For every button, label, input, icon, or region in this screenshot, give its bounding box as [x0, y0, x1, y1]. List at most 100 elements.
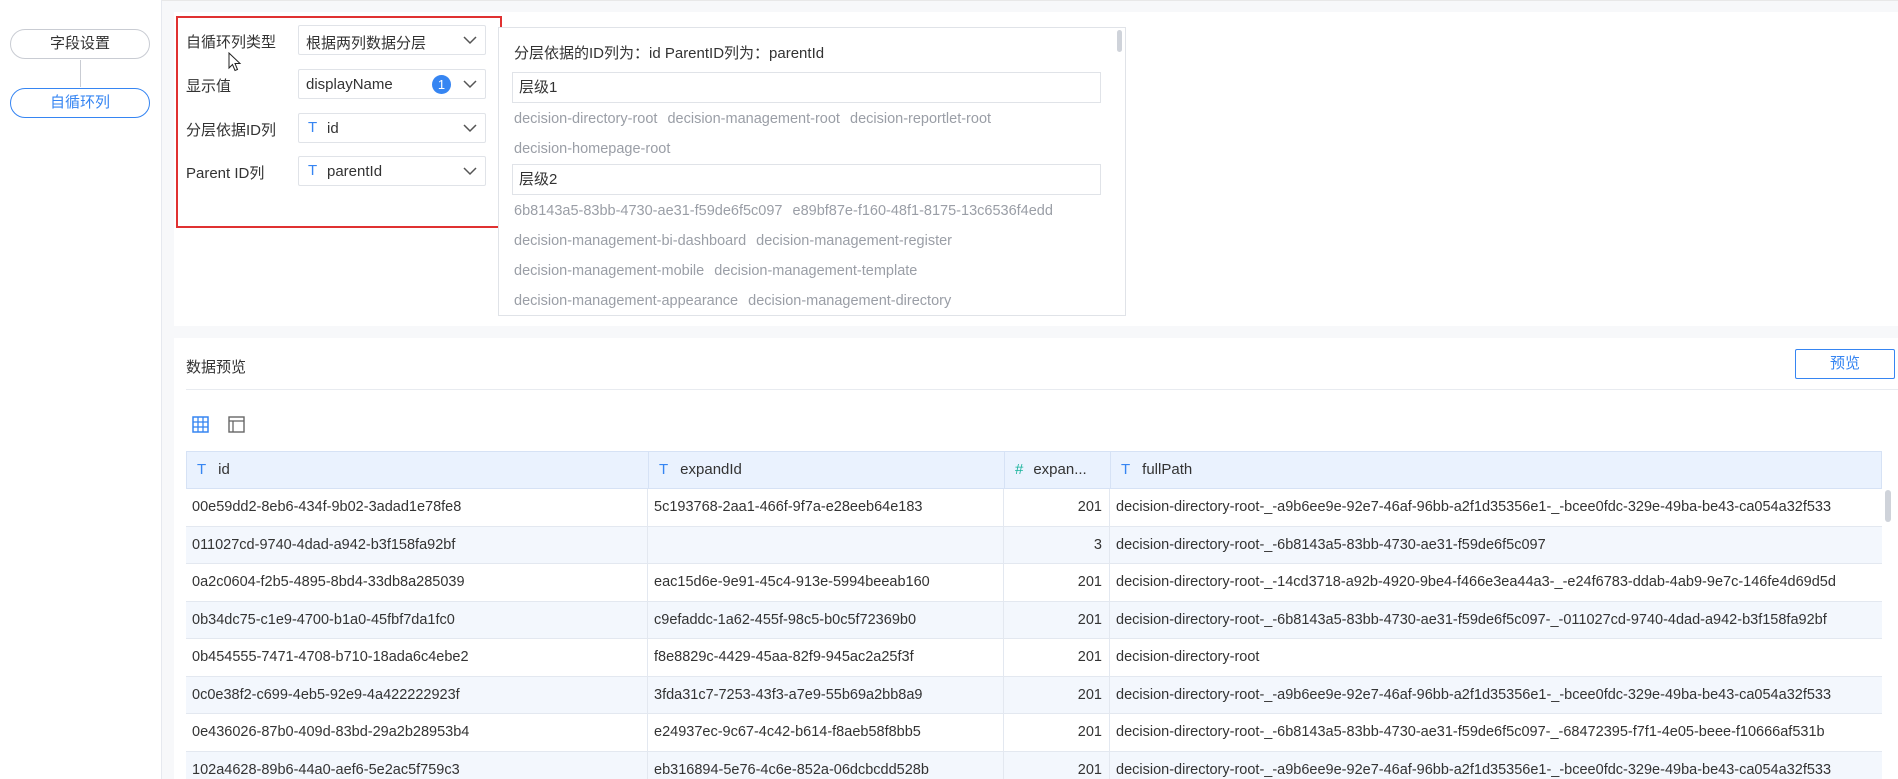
loop-type-select[interactable]: 根据两列数据分层: [298, 25, 486, 55]
column-name: expandId: [680, 461, 742, 478]
table-cell: 201: [1004, 601, 1110, 639]
parent-id-row: Parent ID列 T parentId: [186, 156, 486, 186]
layer-id-row: 分层依据ID列 T id: [186, 113, 486, 143]
table-cell: decision-directory-root: [1116, 649, 1260, 665]
level-item: 6b8143a5-83bb-4730-ae31-f59de6f5c097: [514, 203, 783, 219]
table-cell: decision-directory-root-_-a9b6ee9e-92e7-…: [1116, 761, 1832, 778]
chevron-down-icon: [463, 36, 477, 45]
level-2-header: 层级2: [512, 164, 1101, 195]
level-item: decision-management-directory: [748, 293, 952, 309]
table-cell: 0c0e38f2-c699-4eb5-92e9-4a422222923f: [186, 676, 648, 714]
column-header-id[interactable]: Tid: [187, 452, 649, 488]
display-value-row: 显示值 displayName 1: [186, 69, 486, 99]
table-cell: 201: [1004, 714, 1110, 751]
preview-divider: [186, 389, 1898, 390]
text-type-icon: T: [308, 162, 318, 179]
display-value-select[interactable]: displayName 1: [298, 69, 486, 99]
step-field-settings[interactable]: 字段设置: [10, 29, 150, 59]
table-cell: 201: [1004, 751, 1110, 779]
table-row[interactable]: 102a4628-89b6-44a0-aef6-5e2ac5f759c3 eb31…: [186, 751, 1882, 779]
parent-id-label: Parent ID列: [186, 165, 265, 182]
table-cell: 3fda31c7-7253-43f3-a7e9-55b69a2bb8a9: [648, 676, 1004, 714]
layout-view-icon[interactable]: [228, 416, 245, 433]
top-border: [0, 0, 1898, 1]
column-name: fullPath: [1142, 461, 1193, 478]
table-cell: 201: [1004, 676, 1110, 714]
mouse-cursor-icon: [228, 52, 242, 72]
table-cell: 201: [1004, 489, 1110, 526]
table-row[interactable]: 0b454555-7471-4708-b710-18ada6c4ebe2 f8e8…: [186, 639, 1882, 677]
table-row[interactable]: 0b34dc75-c1e9-4700-b1a0-45fbf7da1fc0 c9ef…: [186, 601, 1882, 639]
layer-id-label: 分层依据ID列: [186, 122, 277, 139]
table-cell: decision-directory-root-_-6b8143a5-83bb-…: [1116, 724, 1825, 740]
table-cell: decision-directory-root-_-a9b6ee9e-92e7-…: [1116, 499, 1832, 515]
column-name: expan...: [1033, 461, 1087, 478]
table-row[interactable]: 0c0e38f2-c699-4eb5-92e9-4a422222923f 3fda…: [186, 676, 1882, 714]
count-badge: 1: [432, 75, 451, 94]
table-cell: e24937ec-9c67-4c42-b614-f8aeb58f8bb5: [648, 714, 1004, 751]
chevron-down-icon: [463, 167, 477, 176]
step-connector: [80, 60, 81, 87]
table-cell: 201: [1004, 564, 1110, 601]
table-row[interactable]: 0a2c0604-f2b5-4895-8bd4-33db8a285039 eac1…: [186, 564, 1882, 602]
level-item: decision-reportlet-root: [850, 111, 992, 127]
table-cell: decision-directory-root-_-a9b6ee9e-92e7-…: [1116, 686, 1832, 703]
table-cell: 0e436026-87b0-409d-83bd-29a2b28953b4: [186, 714, 648, 751]
table-scrollbar[interactable]: [1885, 490, 1891, 522]
level-2-items-line: decision-management-bi-dashboard decisio…: [514, 233, 958, 249]
step-sidebar: 字段设置 自循环列: [0, 0, 162, 779]
table-cell: 102a4628-89b6-44a0-aef6-5e2ac5f759c3: [186, 751, 648, 779]
levels-scrollbar[interactable]: [1117, 30, 1122, 52]
step-self-loop-column[interactable]: 自循环列: [10, 88, 150, 118]
level-2-items-line: 6b8143a5-83bb-4730-ae31-f59de6f5c097 e89…: [514, 203, 1059, 219]
table-row[interactable]: 0e436026-87b0-409d-83bd-29a2b28953b4 e249…: [186, 714, 1882, 752]
table-cell: 011027cd-9740-4dad-a942-b3f158fa92bf: [186, 526, 648, 564]
level-item: decision-management-root: [667, 111, 840, 127]
table-cell: decision-directory-root-_-6b8143a5-83bb-…: [1116, 536, 1546, 553]
level-2-items-line: decision-management-appearance decision-…: [514, 293, 957, 309]
level-item: decision-management-bi-dashboard: [514, 233, 747, 249]
column-header-expan[interactable]: # expan...: [1005, 452, 1111, 488]
display-value-label: 显示值: [186, 78, 232, 95]
loop-type-row: 自循环列类型 根据两列数据分层: [186, 25, 486, 55]
table-cell: 00e59dd2-8eb6-434f-9b02-3adad1e78fe8: [186, 489, 648, 526]
column-header-expandid[interactable]: TexpandId: [649, 452, 1005, 488]
table-cell: [648, 526, 1004, 564]
level-item: e89bf87e-f160-48f1-8175-13c6536f4edd: [792, 203, 1053, 219]
column-header-fullpath[interactable]: TfullPath: [1111, 452, 1883, 488]
table-row[interactable]: 011027cd-9740-4dad-a942-b3f158fa92bf 3 dec…: [186, 526, 1882, 564]
level-2-items-line: decision-management-mobile decision-mana…: [514, 263, 923, 279]
chevron-down-icon: [463, 124, 477, 133]
table-cell: 3: [1004, 526, 1110, 564]
table-header: Tid TexpandId # expan... TfullPath: [186, 451, 1882, 489]
loop-type-value: 根据两列数据分层: [306, 35, 427, 52]
table-cell: eac15d6e-9e91-45c4-913e-5994beeab160: [648, 564, 1004, 601]
text-type-icon: T: [659, 461, 669, 478]
grid-view-icon[interactable]: [192, 416, 209, 433]
table-cell: 5c193768-2aa1-466f-9f7a-e28eeb64e183: [648, 489, 1004, 526]
table-cell: 201: [1004, 639, 1110, 676]
level-1-items-line: decision-homepage-root: [514, 141, 676, 157]
level-item: decision-homepage-root: [514, 141, 671, 157]
parent-id-value: parentId: [327, 163, 383, 180]
level-1-header: 层级1: [512, 72, 1101, 103]
parent-id-select[interactable]: T parentId: [298, 156, 486, 186]
table-row[interactable]: 00e59dd2-8eb6-434f-9b02-3adad1e78fe8 5c19…: [186, 489, 1882, 527]
level-item: decision-management-appearance: [514, 293, 739, 309]
level-1-items-line: decision-directory-root decision-managem…: [514, 111, 997, 127]
table-cell: 0b454555-7471-4708-b710-18ada6c4ebe2: [186, 639, 648, 676]
table-cell: decision-directory-root-_-14cd3718-a92b-…: [1116, 574, 1836, 590]
table-cell: eb316894-5e76-4c6e-852a-06dcbcdd528b: [648, 751, 1004, 779]
levels-description: 分层依据的ID列为：id ParentID列为：parentId: [514, 45, 825, 62]
text-type-icon: T: [1121, 461, 1131, 478]
table-cell: 0a2c0604-f2b5-4895-8bd4-33db8a285039: [186, 564, 648, 601]
preview-button[interactable]: 预览: [1795, 349, 1895, 379]
display-value-value: displayName: [306, 76, 393, 93]
level-item: decision-management-mobile: [514, 263, 705, 279]
level-item: decision-management-register: [756, 233, 953, 249]
table-cell: 0b34dc75-c1e9-4700-b1a0-45fbf7da1fc0: [186, 601, 648, 639]
chevron-down-icon: [463, 80, 477, 89]
layer-id-select[interactable]: T id: [298, 113, 486, 143]
layer-id-value: id: [327, 120, 339, 137]
column-name: id: [218, 461, 230, 478]
